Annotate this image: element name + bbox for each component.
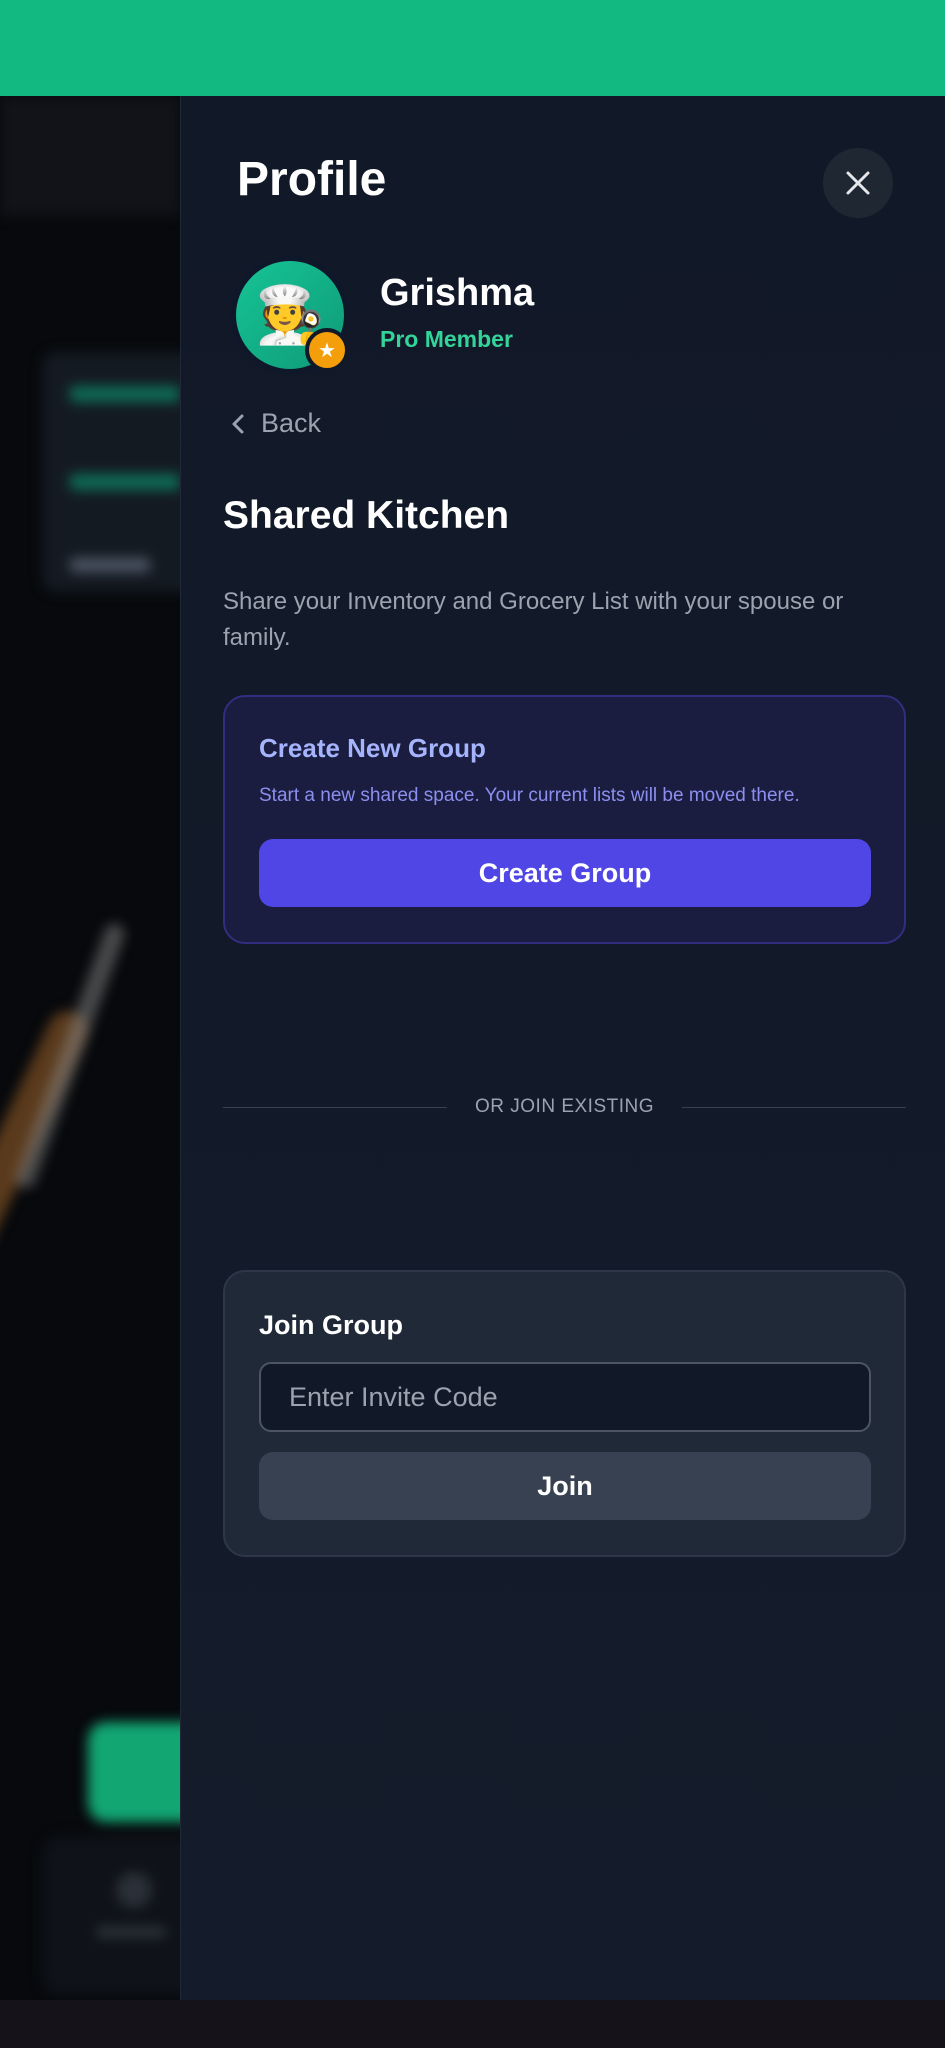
user-name: Grishma [380, 272, 535, 314]
close-icon [846, 171, 870, 195]
close-button[interactable] [823, 148, 893, 218]
section-title: Shared Kitchen [223, 494, 510, 537]
membership-label: Pro Member [380, 326, 513, 352]
join-group-card: Join Group Join [223, 1270, 906, 1557]
background-title [40, 256, 52, 306]
panel-title: Profile [237, 153, 387, 206]
create-group-card: Create New Group Start a new shared spac… [223, 695, 906, 944]
star-icon: ★ [305, 328, 349, 372]
background-nav-label [96, 1926, 166, 1938]
create-group-title: Create New Group [259, 733, 486, 763]
background-button [88, 1722, 180, 1822]
system-nav-bar [0, 2000, 945, 2048]
back-label: Back [261, 408, 322, 438]
background-header [0, 96, 180, 216]
divider-line [682, 1106, 906, 1108]
chevron-left-icon [232, 414, 244, 433]
background-nav [42, 1836, 180, 1996]
status-bar [0, 0, 945, 96]
background-row [70, 558, 150, 572]
background-row [70, 386, 180, 402]
divider-label: OR JOIN EXISTING [474, 1096, 655, 1117]
background-app [0, 96, 180, 2000]
background-blur [0, 96, 180, 2000]
section-description: Share your Inventory and Grocery List wi… [223, 588, 844, 651]
back-button[interactable]: Back [231, 408, 321, 439]
background-row [70, 474, 180, 490]
background-decoration [12, 921, 128, 1191]
create-group-button[interactable]: Create Group [259, 839, 871, 907]
invite-code-input[interactable] [259, 1362, 871, 1432]
join-group-title: Join Group [259, 1310, 403, 1340]
divider-line [223, 1106, 447, 1108]
create-group-description: Start a new shared space. Your current l… [259, 785, 800, 806]
join-button[interactable]: Join [259, 1452, 871, 1520]
background-nav-icon [116, 1872, 152, 1908]
divider: OR JOIN EXISTING [223, 1092, 906, 1122]
profile-panel: Profile 🧑‍🍳 ★ Grishma Pro Member Back Sh… [180, 96, 945, 2000]
